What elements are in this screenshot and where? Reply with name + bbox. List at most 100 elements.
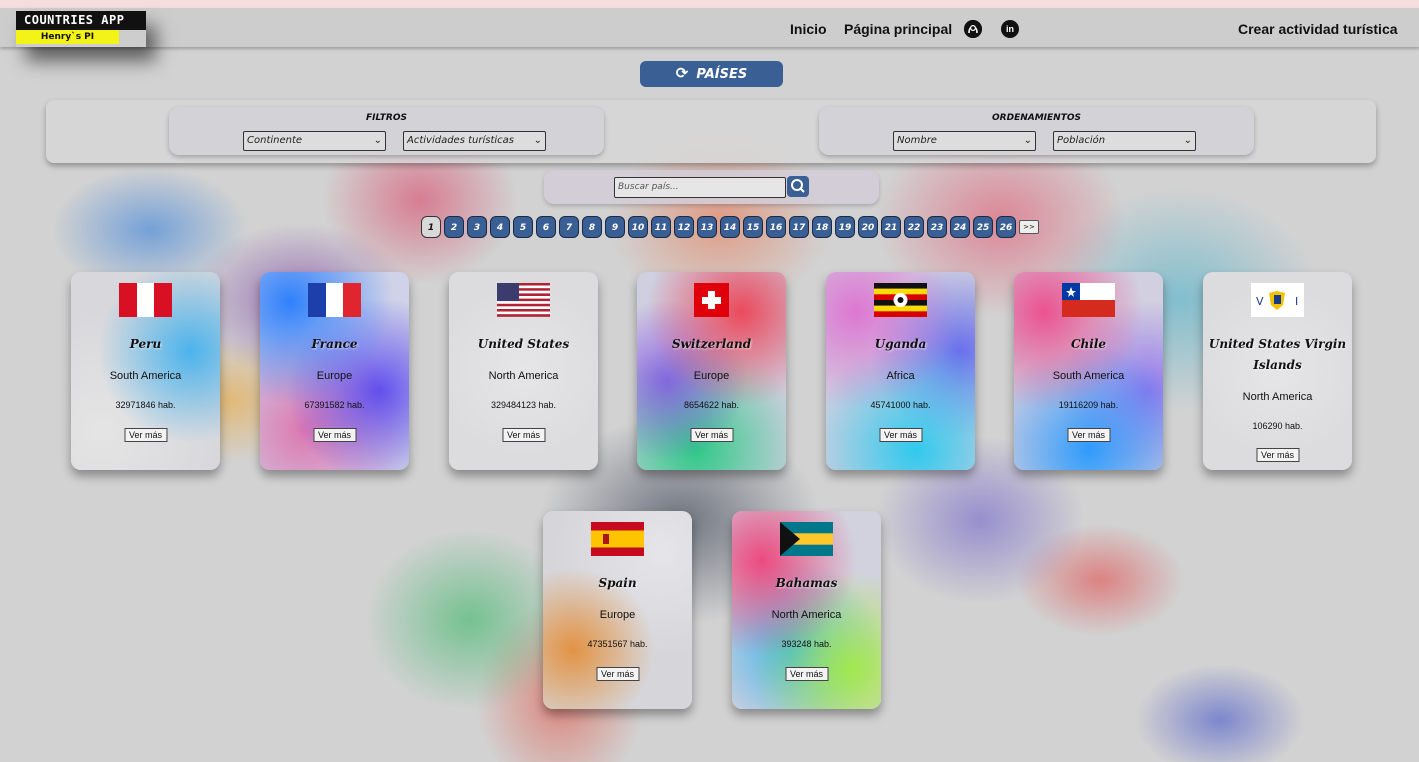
search-input[interactable]: Buscar país... <box>614 177 786 198</box>
page-button-2[interactable]: 2 <box>444 216 464 238</box>
country-card[interactable]: Chile South America 19116209 hab. Ver má… <box>1014 272 1163 470</box>
continent-select[interactable]: Continente ⌄ <box>243 131 386 151</box>
page-button-13[interactable]: 13 <box>697 216 717 238</box>
country-card[interactable]: Bahamas North America 393248 hab. Ver má… <box>732 511 881 709</box>
ver-mas-button[interactable]: Ver más <box>312 428 357 442</box>
ver-mas-button[interactable]: Ver más <box>878 428 923 442</box>
ver-mas-button[interactable]: Ver más <box>501 428 546 442</box>
linkedin-icon[interactable]: in <box>1001 20 1019 38</box>
population-sort-value: Población <box>1057 135 1106 146</box>
page-button-16[interactable]: 16 <box>766 216 786 238</box>
search-icon <box>791 179 805 193</box>
activities-select[interactable]: Actividades turísticas ⌄ <box>403 131 546 151</box>
page-button-22[interactable]: 22 <box>904 216 924 238</box>
page-button-18[interactable]: 18 <box>812 216 832 238</box>
page-button-19[interactable]: 19 <box>835 216 855 238</box>
page-button-5[interactable]: 5 <box>513 216 533 238</box>
github-icon[interactable] <box>964 20 982 38</box>
page-button-12[interactable]: 12 <box>674 216 694 238</box>
logo-subtitle: Henry`s PI <box>16 30 119 44</box>
nav-link-crear-actividad[interactable]: Crear actividad turística <box>1238 21 1398 37</box>
pagination: 1 2 3 4 5 6 7 8 9 10 11 12 13 14 15 16 17 18 19 20 21 22 23 24 2… <box>421 216 1039 238</box>
navbar: COUNTRIES APP Henry`s PI Inicio Página p… <box>0 8 1419 47</box>
ver-mas-button[interactable]: Ver más <box>123 428 168 442</box>
refresh-icon: ⟳ <box>675 64 689 82</box>
continent-select-value: Continente <box>247 135 303 146</box>
country-card[interactable]: United States North America 329484123 ha… <box>449 272 598 470</box>
sorting-panel: ORDENAMIENTOS Nombre ⌄ Población ⌄ <box>819 107 1254 155</box>
svg-text:V: V <box>1256 295 1264 308</box>
name-sort-value: Nombre <box>897 135 937 146</box>
country-card[interactable]: France Europe 67391582 hab. Ver más <box>260 272 409 470</box>
country-card[interactable]: VI United States Virgin Islands North Am… <box>1203 272 1352 470</box>
app-logo[interactable]: COUNTRIES APP Henry`s PI <box>16 11 146 47</box>
page-button-17[interactable]: 17 <box>789 216 809 238</box>
page-button-23[interactable]: 23 <box>927 216 947 238</box>
filters-title: FILTROS <box>366 113 407 123</box>
ver-mas-button[interactable]: Ver más <box>1066 428 1111 442</box>
page-button-14[interactable]: 14 <box>720 216 740 238</box>
page-button-20[interactable]: 20 <box>858 216 878 238</box>
logo-title: COUNTRIES APP <box>16 11 146 30</box>
paises-button[interactable]: ⟳ PAÍSES <box>640 61 783 87</box>
country-name: Bahamas <box>775 576 838 590</box>
name-sort-select[interactable]: Nombre ⌄ <box>893 131 1036 151</box>
page-button-15[interactable]: 15 <box>743 216 763 238</box>
page-button-8[interactable]: 8 <box>582 216 602 238</box>
ver-mas-button[interactable]: Ver más <box>784 667 829 681</box>
country-name: Spain <box>598 576 637 590</box>
country-continent: Europe <box>693 370 730 382</box>
top-strip <box>0 0 1419 8</box>
page-button-26[interactable]: 26 <box>996 216 1016 238</box>
nav-link-pagina-principal[interactable]: Página principal <box>844 21 952 37</box>
page-button-25[interactable]: 25 <box>973 216 993 238</box>
country-card[interactable]: Peru South America 32971846 hab. Ver más <box>71 272 220 470</box>
page-button-6[interactable]: 6 <box>536 216 556 238</box>
page-button-10[interactable]: 10 <box>628 216 648 238</box>
search-button[interactable] <box>787 176 809 197</box>
ver-mas-button[interactable]: Ver más <box>689 428 734 442</box>
country-population: 8654622 hab. <box>683 400 740 410</box>
country-population: 32971846 hab. <box>115 400 176 410</box>
population-sort-select[interactable]: Población ⌄ <box>1053 131 1196 151</box>
country-continent: Europe <box>316 370 353 382</box>
page-button-24[interactable]: 24 <box>950 216 970 238</box>
nav-link-inicio[interactable]: Inicio <box>790 21 827 37</box>
country-name: Peru <box>129 337 162 351</box>
country-flag <box>308 283 361 317</box>
page-button-11[interactable]: 11 <box>651 216 671 238</box>
country-flag <box>591 522 644 556</box>
page-button-9[interactable]: 9 <box>605 216 625 238</box>
country-population: 393248 hab. <box>781 639 832 649</box>
country-flag <box>119 283 172 317</box>
chevron-down-icon: ⌄ <box>1183 135 1192 146</box>
country-name: Chile <box>1070 337 1107 351</box>
page-button-7[interactable]: 7 <box>559 216 579 238</box>
country-card[interactable]: Spain Europe 47351567 hab. Ver más <box>543 511 692 709</box>
country-name: Switzerland <box>671 337 752 351</box>
ver-mas-button[interactable]: Ver más <box>1255 448 1300 462</box>
paises-label: PAÍSES <box>696 67 748 82</box>
country-name: United States Virgin Islands <box>1208 337 1347 372</box>
filters-panel: FILTROS Continente ⌄ Actividades turísti… <box>169 107 604 155</box>
sorting-title: ORDENAMIENTOS <box>992 113 1081 123</box>
page-button-4[interactable]: 4 <box>490 216 510 238</box>
country-card[interactable]: Switzerland Europe 8654622 hab. Ver más <box>637 272 786 470</box>
next-page-button[interactable]: >> <box>1019 220 1039 234</box>
country-flag: VI <box>1251 283 1304 317</box>
country-flag <box>497 283 550 317</box>
country-name: France <box>311 337 358 351</box>
svg-text:I: I <box>1295 295 1298 308</box>
page-button-21[interactable]: 21 <box>881 216 901 238</box>
country-continent: Europe <box>599 609 636 621</box>
country-population: 329484123 hab. <box>490 400 557 410</box>
country-population: 19116209 hab. <box>1058 400 1119 410</box>
country-name: United States <box>477 337 570 351</box>
country-continent: Africa <box>886 370 915 382</box>
country-card[interactable]: Uganda Africa 45741000 hab. Ver más <box>826 272 975 470</box>
page-button-3[interactable]: 3 <box>467 216 487 238</box>
ver-mas-button[interactable]: Ver más <box>595 667 640 681</box>
country-continent: South America <box>109 370 182 382</box>
page-button-1[interactable]: 1 <box>421 216 441 238</box>
country-population: 106290 hab. <box>1252 421 1303 431</box>
